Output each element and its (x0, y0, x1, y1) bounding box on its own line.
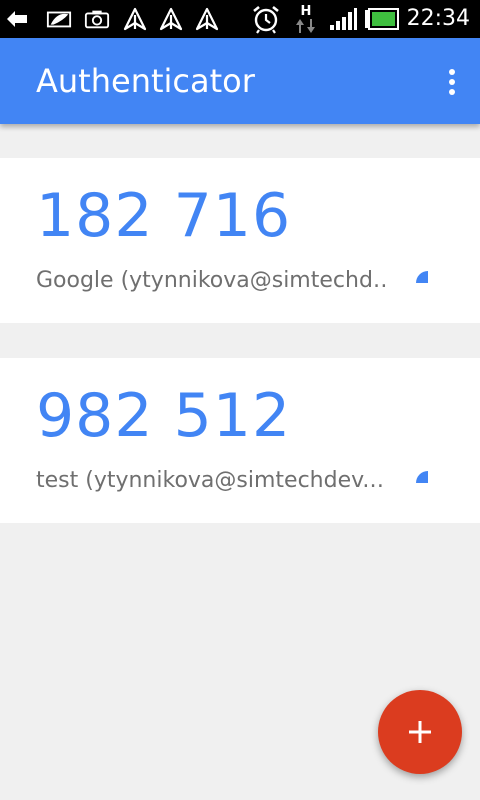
app-title: Authenticator (36, 62, 255, 100)
camera-notification-icon (84, 6, 110, 32)
plus-icon (409, 721, 431, 743)
account-card[interactable]: 182 716 Google (ytynnikova@simtechd… (0, 158, 480, 323)
data-transfer-icon: H (293, 2, 319, 36)
account-name: Google (ytynnikova@simtechd… (36, 268, 386, 293)
signal-icon (328, 6, 358, 32)
overflow-menu-icon (449, 69, 455, 75)
add-account-button[interactable] (378, 690, 462, 774)
account-card[interactable]: 982 512 test (ytynnikova@simtechdev.… (0, 358, 480, 523)
verification-code: 182 716 (36, 181, 292, 251)
status-time: 22:34 (406, 6, 470, 31)
upload-notification-icon (194, 6, 220, 32)
network-type-label: H (300, 3, 312, 19)
image-notification-icon (46, 6, 72, 32)
alarm-icon (250, 3, 282, 35)
app-bar: Authenticator (0, 38, 480, 124)
verification-code: 982 512 (36, 381, 292, 451)
account-name: test (ytynnikova@simtechdev.… (36, 468, 386, 493)
overflow-menu-dot (449, 89, 455, 95)
back-notification-icon (4, 6, 30, 32)
countdown-timer-icon (416, 471, 428, 483)
countdown-timer-icon (416, 271, 428, 283)
screen: H 22:34 Authenticator 182 716 Google (yt… (0, 0, 480, 800)
upload-notification-icon (158, 6, 184, 32)
overflow-menu-dot (449, 79, 455, 85)
upload-notification-icon (122, 6, 148, 32)
battery-icon (364, 6, 400, 32)
status-bar: H 22:34 (0, 0, 480, 38)
overflow-menu-button[interactable] (442, 64, 462, 100)
